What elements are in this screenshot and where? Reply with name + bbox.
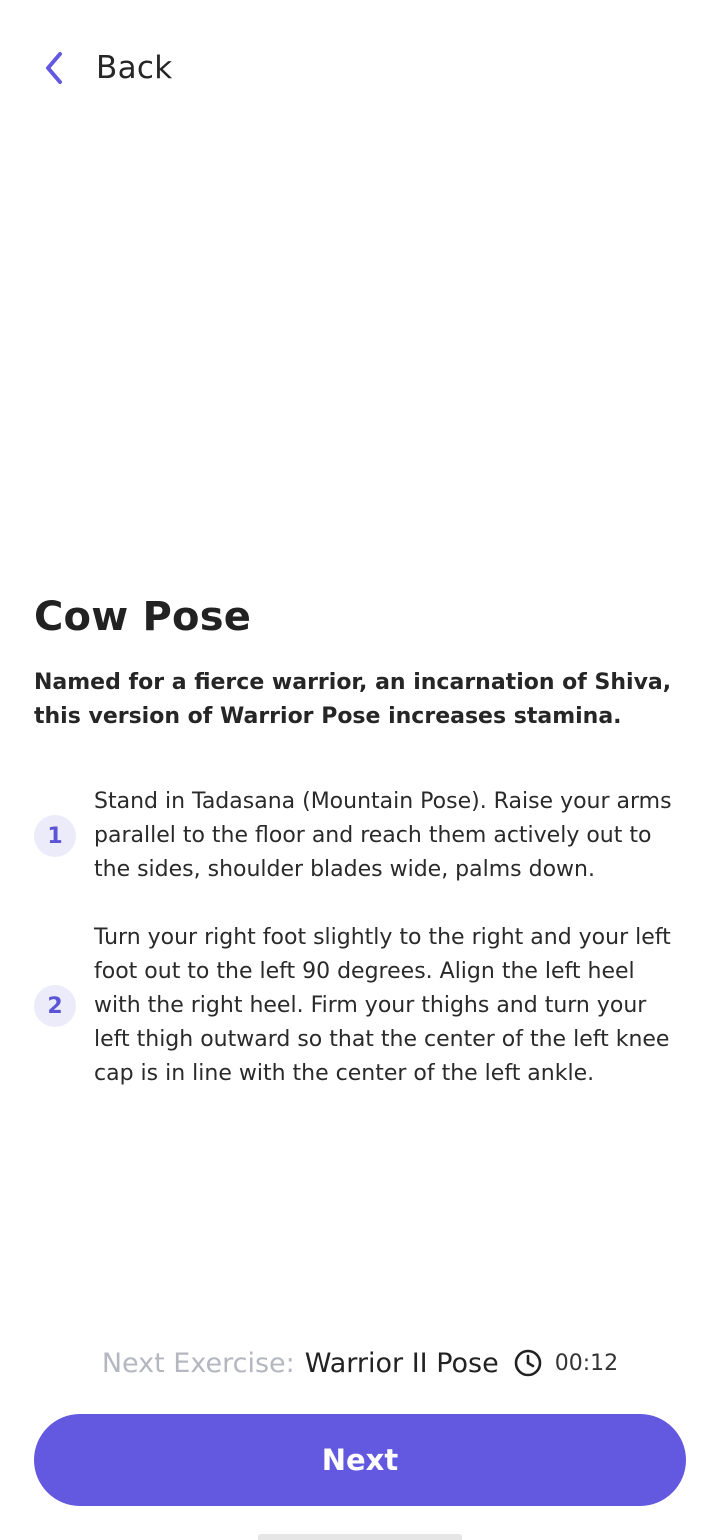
home-indicator <box>258 1534 462 1540</box>
step-text: Turn your right foot slightly to the rig… <box>94 925 671 1086</box>
step-item: 1 Stand in Tadasana (Mountain Pose). Rai… <box>34 785 684 887</box>
next-exercise-name: Warrior II Pose <box>304 1347 499 1379</box>
exercise-title: Cow Pose <box>34 594 252 640</box>
step-number-badge: 2 <box>34 985 76 1027</box>
exercise-media-area <box>0 140 720 580</box>
clock-icon <box>513 1348 543 1378</box>
next-exercise-time: 00:12 <box>554 1350 619 1376</box>
next-button[interactable]: Next <box>34 1414 686 1506</box>
step-number-badge: 1 <box>34 815 76 857</box>
back-label: Back <box>96 50 173 86</box>
header: Back <box>0 0 720 140</box>
step-item: 2 Turn your right foot slightly to the r… <box>34 921 684 1091</box>
steps-list: 1 Stand in Tadasana (Mountain Pose). Rai… <box>34 785 684 1125</box>
chevron-left-icon <box>44 46 76 90</box>
next-exercise-prefix: Next Exercise: <box>101 1347 295 1379</box>
exercise-description: Named for a fierce warrior, an incarnati… <box>34 670 672 729</box>
next-exercise-info: Next Exercise: Warrior II Pose 00:12 <box>0 1340 720 1386</box>
back-button[interactable]: Back <box>44 46 172 90</box>
step-text: Stand in Tadasana (Mountain Pose). Raise… <box>94 789 672 882</box>
